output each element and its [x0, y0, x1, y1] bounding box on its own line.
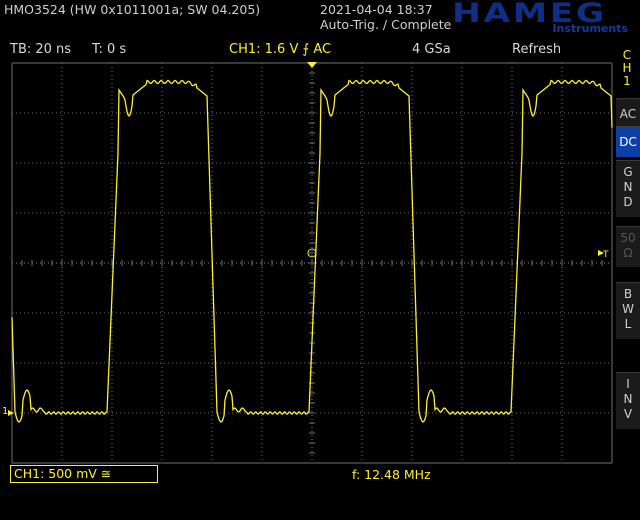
side-channel-label: C H 1 — [622, 48, 632, 88]
channel-scale-readout: CH1: 500 mV ≅ — [14, 466, 112, 481]
trigger-marker-label: T — [602, 250, 609, 260]
bandwidth-limit-button[interactable]: B W L — [616, 282, 640, 339]
frequency-readout: f: 12.48 MHz — [352, 467, 431, 482]
channel-scale-box[interactable]: CH1: 500 mV ≅ — [10, 465, 158, 483]
side-menu: C H 1 AC DC G N D 50 Ω B W L I N V — [614, 40, 640, 520]
coupling-dc-button[interactable]: DC — [616, 126, 640, 157]
coupling-gnd-button[interactable]: G N D — [616, 160, 640, 217]
coupling-ac-button[interactable]: AC — [616, 98, 640, 129]
channel-marker-label: 1 — [2, 406, 8, 417]
trigger-level-marker: T — [598, 250, 609, 260]
termination-50ohm-button[interactable]: 50 Ω — [616, 226, 640, 267]
invert-button[interactable]: I N V — [616, 372, 640, 429]
channel-marker-arrow — [8, 410, 14, 416]
waveform-display: 1 T — [2, 62, 613, 464]
